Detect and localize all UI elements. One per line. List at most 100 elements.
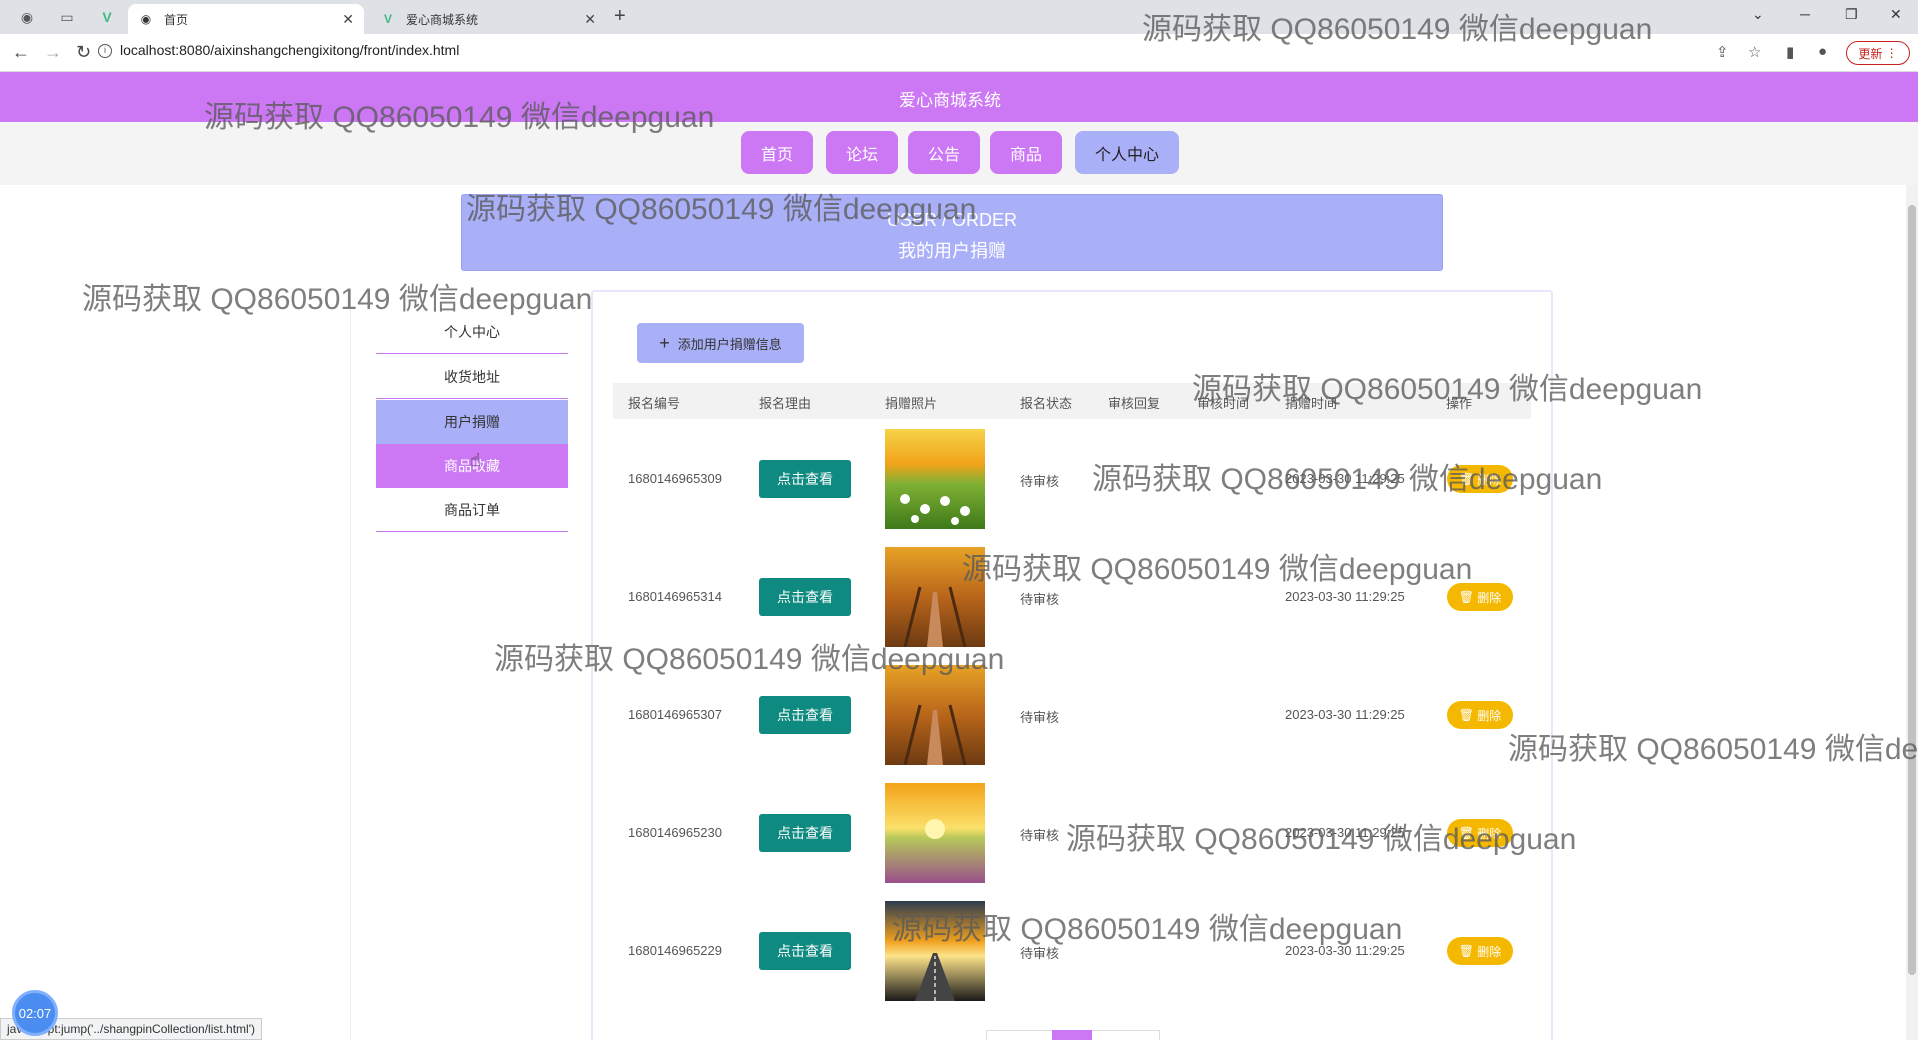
delete-label: 删除 bbox=[1477, 590, 1502, 605]
donation-id: 1680146965229 bbox=[628, 943, 722, 958]
donation-id: 1680146965314 bbox=[628, 589, 722, 604]
page-scrollbar[interactable] bbox=[1906, 185, 1918, 1040]
donation-photo bbox=[885, 547, 985, 647]
table-row: 1680146965229 点击查看 待审核 2023-03-30 11:29:… bbox=[613, 892, 1531, 1010]
delete-label: 删除 bbox=[1477, 472, 1502, 487]
plus-icon: + bbox=[659, 332, 670, 353]
trash-icon: 🗑 bbox=[1458, 944, 1474, 958]
pinned-tab-blank-icon[interactable]: ▭ bbox=[52, 4, 82, 30]
view-reason-button[interactable]: 点击查看 bbox=[759, 814, 851, 852]
status-text: 待审核 bbox=[1020, 592, 1060, 607]
minimize-icon[interactable]: ─ bbox=[1800, 6, 1810, 22]
delete-label: 删除 bbox=[1477, 708, 1502, 723]
donation-time: 2023-03-30 11:29:25 bbox=[1285, 589, 1405, 604]
back-icon[interactable]: ← bbox=[12, 42, 30, 63]
trash-icon: 🗑 bbox=[1458, 472, 1474, 486]
banner-subtitle: USER / ORDER bbox=[886, 210, 1018, 230]
vue-icon: V bbox=[383, 12, 392, 26]
donation-photo bbox=[885, 783, 985, 883]
tab-title: 爱心商城系统 bbox=[406, 12, 479, 27]
delete-label: 删除 bbox=[1477, 944, 1502, 959]
main-nav: 首页 论坛 公告 商品 个人中心 bbox=[0, 122, 1918, 185]
column-header: 捐赠时间 bbox=[1285, 396, 1338, 411]
recording-timer: 02:07 bbox=[12, 990, 58, 1036]
donation-photo bbox=[885, 665, 985, 765]
site-info-icon[interactable]: i bbox=[98, 44, 112, 58]
mouse-cursor-icon: ☝ bbox=[470, 450, 481, 470]
trash-icon: 🗑 bbox=[1458, 590, 1474, 604]
column-header: 捐赠照片 bbox=[885, 396, 938, 411]
pagination-current-page[interactable] bbox=[1052, 1030, 1092, 1040]
donation-time: 2023-03-30 11:29:25 bbox=[1285, 825, 1405, 840]
table-row: 1680146965314 点击查看 待审核 2023-03-30 11:29:… bbox=[613, 538, 1531, 656]
status-text: 待审核 bbox=[1020, 710, 1060, 725]
forward-icon[interactable]: → bbox=[44, 42, 62, 63]
divider bbox=[350, 290, 351, 1040]
donation-time: 2023-03-30 11:29:25 bbox=[1285, 707, 1405, 722]
column-header: 审核时间 bbox=[1197, 396, 1250, 411]
site-title: 爱心商城系统 bbox=[899, 91, 1001, 110]
column-header: 报名状态 bbox=[1020, 396, 1073, 411]
update-button[interactable]: 更新 ⋮ bbox=[1846, 41, 1910, 65]
close-tab-icon[interactable]: ✕ bbox=[584, 11, 596, 28]
reload-icon[interactable]: ↻ bbox=[76, 42, 91, 63]
column-header: 操作 bbox=[1446, 396, 1473, 411]
trash-icon: 🗑 bbox=[1458, 826, 1474, 840]
add-donation-button[interactable]: + 添加用户捐赠信息 bbox=[637, 323, 804, 363]
column-header: 审核回复 bbox=[1108, 396, 1161, 411]
nav-products[interactable]: 商品 bbox=[990, 131, 1062, 174]
new-tab-icon[interactable]: + bbox=[614, 5, 626, 28]
side-panel-icon[interactable]: ▮ bbox=[1786, 43, 1794, 61]
table-header: 报名编号 报名理由 捐赠照片 报名状态 审核回复 审核时间 捐赠时间 操作 bbox=[613, 383, 1531, 419]
profile-icon[interactable]: ● bbox=[1818, 43, 1827, 60]
delete-button[interactable]: 🗑 删除 bbox=[1447, 465, 1513, 493]
bookmark-star-icon[interactable]: ☆ bbox=[1748, 43, 1761, 61]
add-donation-label: 添加用户捐赠信息 bbox=[677, 336, 782, 352]
restore-icon[interactable]: ❐ bbox=[1845, 6, 1858, 23]
nav-forum[interactable]: 论坛 bbox=[826, 131, 898, 174]
view-reason-button[interactable]: 点击查看 bbox=[759, 932, 851, 970]
tab-search-icon[interactable]: ⌄ bbox=[1752, 6, 1764, 23]
browser-tab-mall[interactable]: V 爱心商城系统 ✕ bbox=[370, 4, 606, 34]
status-text: 待审核 bbox=[1020, 946, 1060, 961]
page-banner: USER / ORDER 我的用户捐赠 bbox=[461, 194, 1443, 271]
sidebar-item-orders[interactable]: 商品订单 bbox=[376, 488, 568, 532]
delete-button[interactable]: 🗑 删除 bbox=[1447, 701, 1513, 729]
address-bar: ← → ↻ i localhost:8080/aixinshangchengix… bbox=[0, 34, 1918, 72]
browser-tab-bar: ◉ ▭ V ◉ 首页 ✕ V 爱心商城系统 ✕ + ⌄ ─ ❐ ✕ bbox=[0, 0, 1918, 34]
column-header: 报名理由 bbox=[759, 396, 812, 411]
table-row: 1680146965230 点击查看 待审核 2023-03-30 11:29:… bbox=[613, 774, 1531, 892]
delete-button[interactable]: 🗑 删除 bbox=[1447, 819, 1513, 847]
delete-button[interactable]: 🗑 删除 bbox=[1447, 937, 1513, 965]
scrollbar-thumb[interactable] bbox=[1908, 205, 1916, 975]
trash-icon: 🗑 bbox=[1458, 708, 1474, 722]
view-reason-button[interactable]: 点击查看 bbox=[759, 578, 851, 616]
banner-title: 我的用户捐赠 bbox=[898, 241, 1006, 261]
url-field[interactable]: localhost:8080/aixinshangchengixitong/fr… bbox=[120, 42, 459, 58]
donation-time: 2023-03-30 11:29:25 bbox=[1285, 471, 1405, 486]
browser-tab-home[interactable]: ◉ 首页 ✕ bbox=[128, 4, 364, 34]
window-close-icon[interactable]: ✕ bbox=[1890, 6, 1902, 23]
nav-user-center[interactable]: 个人中心 bbox=[1075, 131, 1179, 174]
close-tab-icon[interactable]: ✕ bbox=[342, 11, 354, 28]
pinned-tab-icon[interactable]: ◉ bbox=[12, 4, 42, 30]
share-icon[interactable]: ⇪ bbox=[1716, 43, 1729, 61]
globe-icon: ◉ bbox=[140, 12, 152, 26]
nav-announcement[interactable]: 公告 bbox=[908, 131, 980, 174]
update-label: 更新 bbox=[1858, 46, 1883, 61]
donation-id: 1680146965230 bbox=[628, 825, 722, 840]
vue-tab-icon[interactable]: V bbox=[92, 4, 122, 30]
view-reason-button[interactable]: 点击查看 bbox=[759, 696, 851, 734]
nav-home[interactable]: 首页 bbox=[741, 131, 813, 174]
delete-button[interactable]: 🗑 删除 bbox=[1447, 583, 1513, 611]
sidebar-item-user-center[interactable]: 个人中心 bbox=[376, 310, 568, 354]
delete-label: 删除 bbox=[1477, 826, 1502, 841]
view-reason-button[interactable]: 点击查看 bbox=[759, 460, 851, 498]
column-header: 报名编号 bbox=[628, 396, 681, 411]
sidebar-item-donation[interactable]: 用户捐赠 bbox=[376, 400, 568, 444]
donation-id: 1680146965307 bbox=[628, 707, 722, 722]
table-row: 1680146965307 点击查看 待审核 2023-03-30 11:29:… bbox=[613, 656, 1531, 774]
donation-photo bbox=[885, 429, 985, 529]
sidebar-item-address[interactable]: 收货地址 bbox=[376, 355, 568, 399]
watermark-text: 源码获取 QQ86050149 微信deepguan bbox=[1508, 733, 1918, 766]
